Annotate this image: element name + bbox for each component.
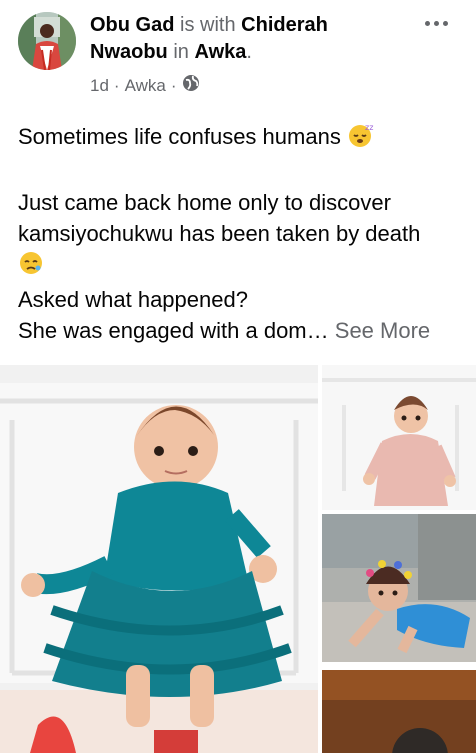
- photo-grid: [0, 365, 476, 753]
- post-text-line-3: Asked what happened?: [18, 287, 248, 312]
- svg-text:zz: zz: [365, 123, 373, 132]
- globe-icon[interactable]: [182, 74, 200, 97]
- author-name[interactable]: Obu Gad: [90, 14, 174, 36]
- post-line-2-emoji: [18, 249, 468, 284]
- avatar[interactable]: [18, 12, 76, 70]
- post-time[interactable]: 1d: [90, 76, 109, 96]
- sleepy-face-icon: zz: [347, 122, 375, 156]
- meta-separator-2: ·: [170, 75, 177, 95]
- post-text-line-4: She was engaged with a dom…: [18, 318, 329, 343]
- post-text: Sometimes life confuses humans zz Just c…: [18, 121, 468, 346]
- in-text: in: [173, 41, 189, 63]
- post-author-line: Obu Gad is with Chiderah Nwaobu in Awka.: [90, 12, 410, 66]
- author-line-period: .: [246, 41, 252, 63]
- more-dot: [424, 20, 430, 26]
- with-text: is with: [180, 14, 236, 36]
- more-dot: [442, 20, 448, 26]
- more-options-icon[interactable]: [418, 10, 454, 36]
- partial-photo[interactable]: [322, 670, 476, 753]
- child-teal-dress-photo[interactable]: [0, 365, 318, 753]
- post-location[interactable]: Awka: [125, 76, 166, 96]
- see-more-link[interactable]: See More: [335, 318, 430, 343]
- post-line-1: Sometimes life confuses humans zz: [18, 121, 468, 156]
- post-line-4: She was engaged with a dom… See More: [18, 315, 468, 346]
- post-text-line-1: Sometimes life confuses humans: [18, 124, 341, 149]
- sad-face-icon: [18, 250, 45, 284]
- post-header: Obu Gad is with Chiderah Nwaobu in Awka.…: [0, 0, 476, 110]
- post-text-line-2: Just came back home only to discover kam…: [18, 190, 421, 246]
- child-pink-coat-photo[interactable]: [322, 365, 476, 510]
- child-crawling-photo[interactable]: [322, 514, 476, 662]
- post-meta: 1d · Awka ·: [90, 74, 200, 97]
- more-dot: [433, 20, 439, 26]
- place-name[interactable]: Awka: [194, 41, 246, 63]
- meta-separator: ·: [113, 75, 120, 95]
